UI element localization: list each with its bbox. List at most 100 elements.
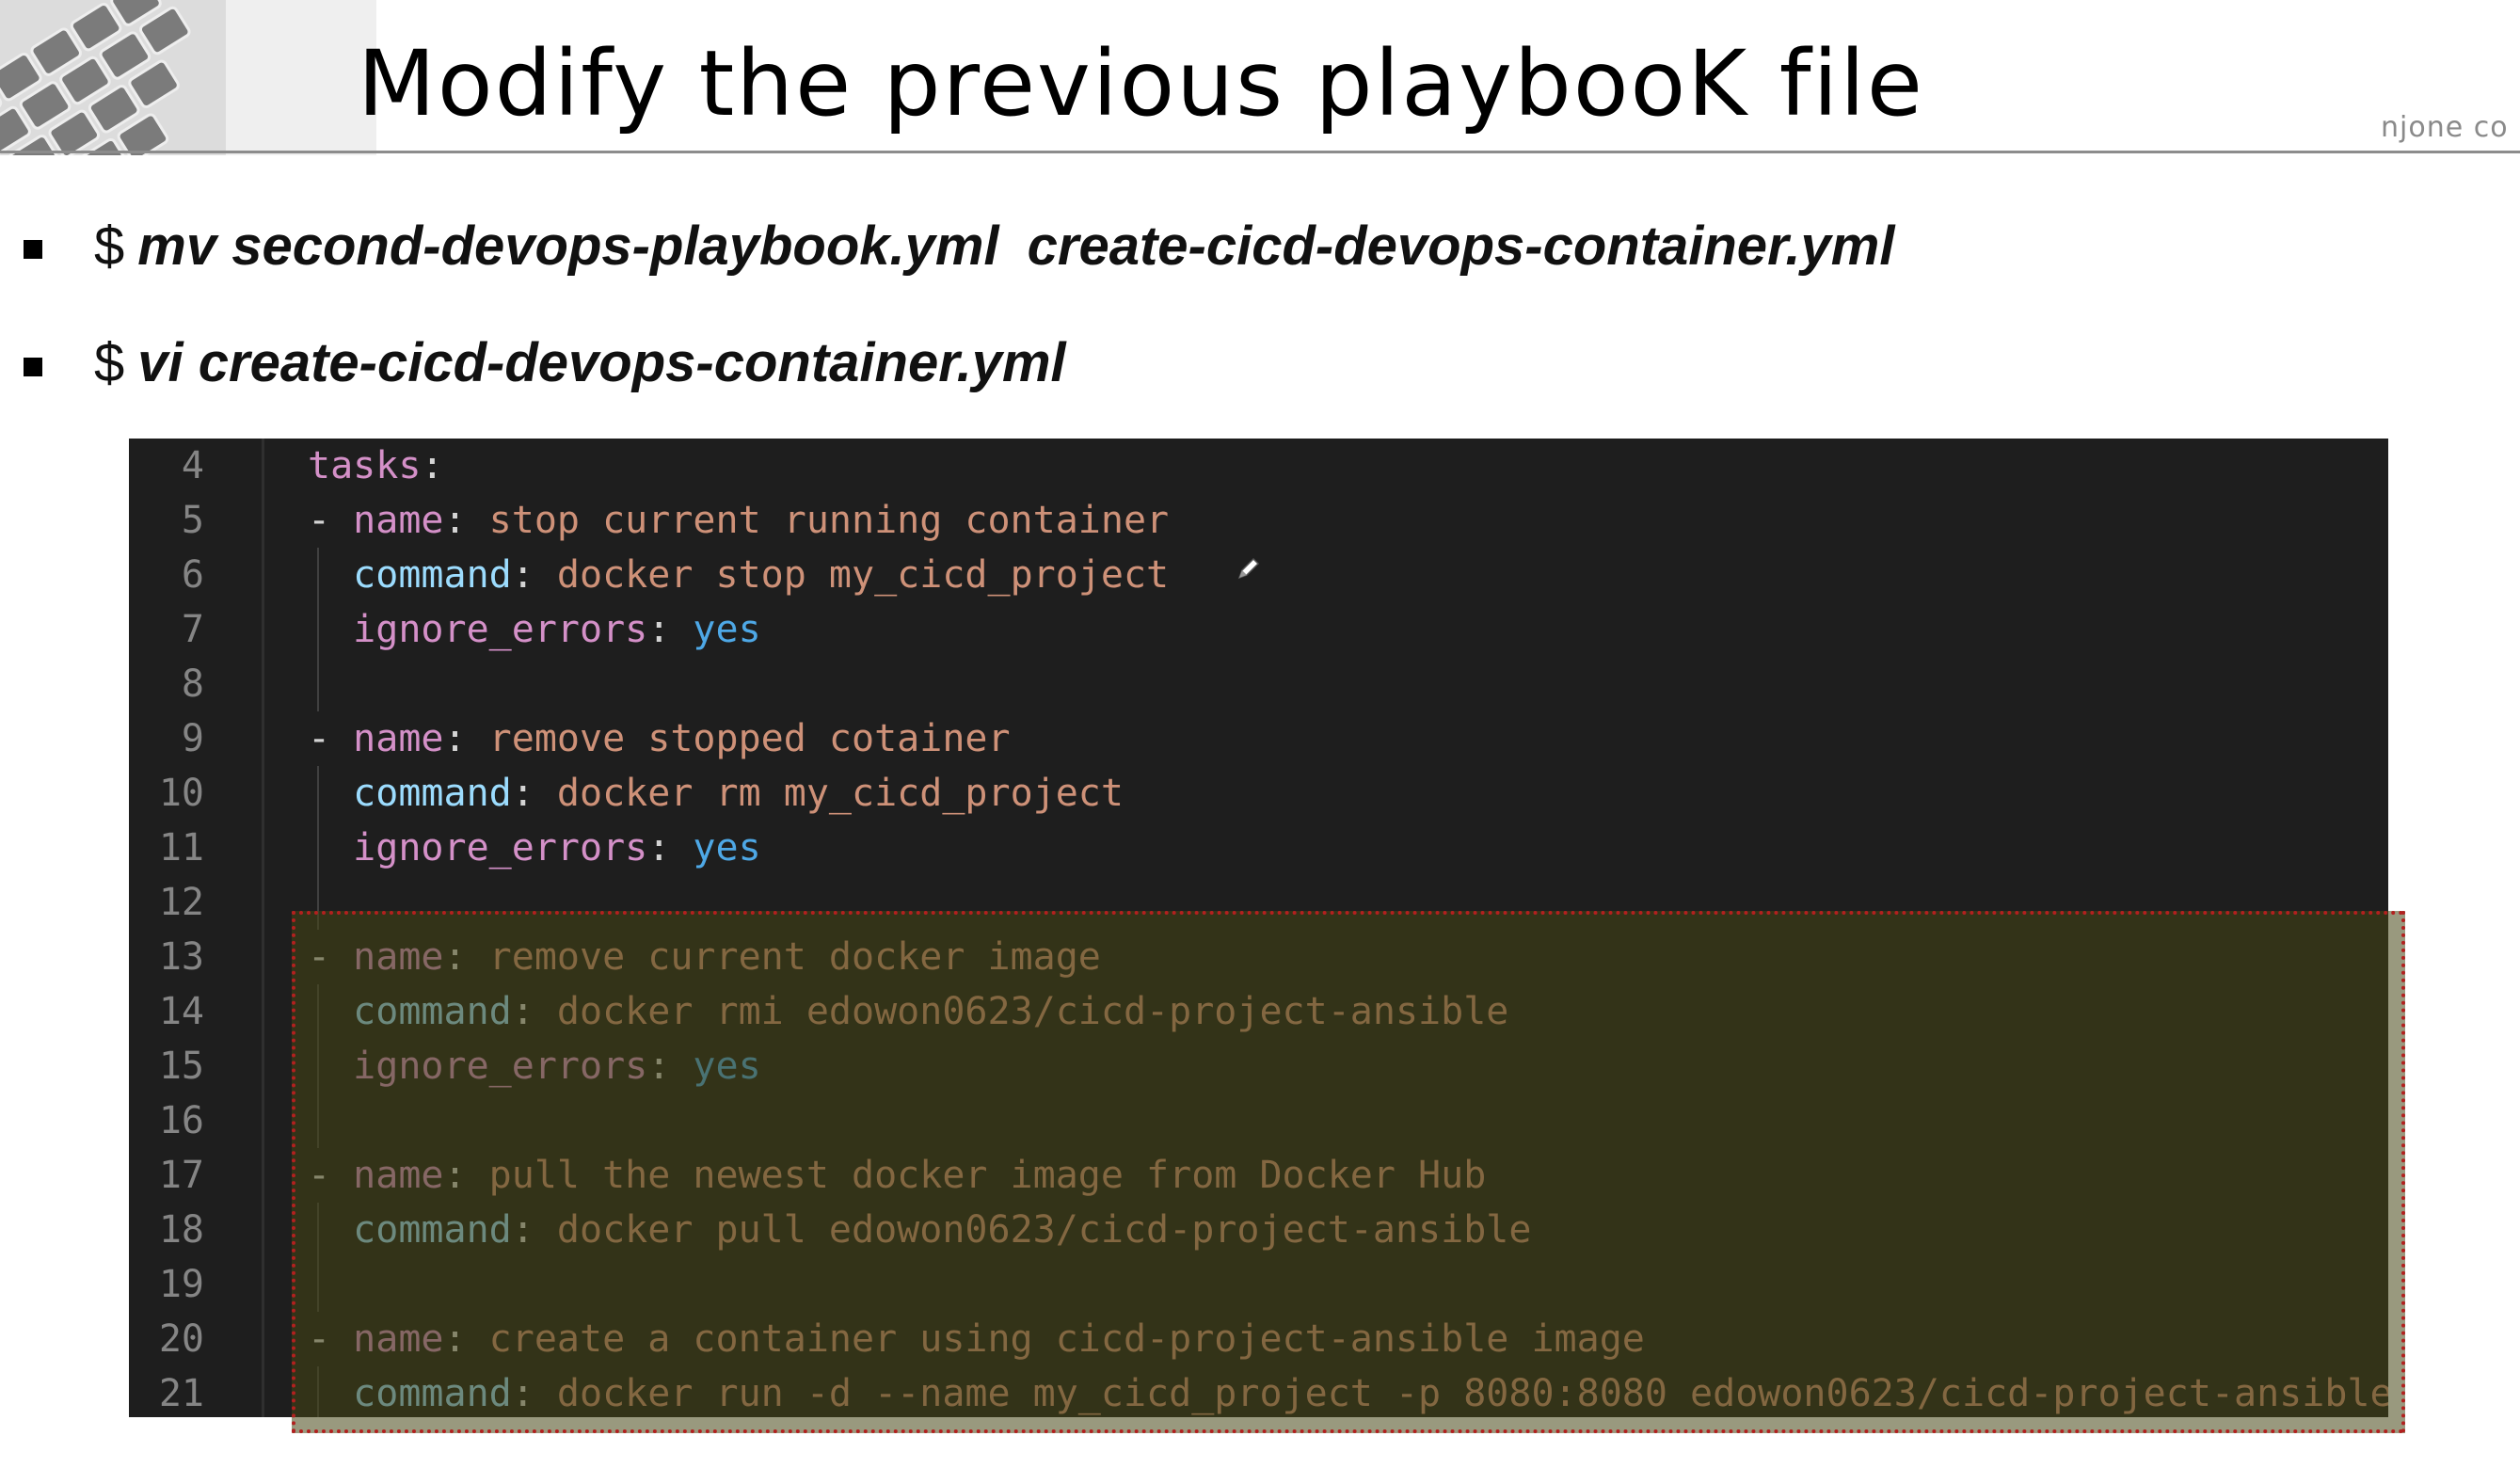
laptop-keyboard-icon — [0, 0, 376, 155]
yaml-value: docker run -d --name my_cicd_project -p … — [556, 1372, 2388, 1415]
code-content: command: docker pull edowon0623/cicd-pro… — [308, 1203, 1531, 1257]
code-content: command: docker stop my_cicd_project — [308, 548, 1169, 602]
yaml-separator: : — [443, 935, 489, 979]
yaml-key: ignore_errors — [353, 826, 648, 870]
shell-prompt: $ — [94, 215, 125, 277]
command-line-rename: $ mv second-devops-playbook.yml create-cic… — [94, 215, 1895, 278]
yaml-key: name — [353, 935, 444, 979]
line-number: 18 — [158, 1208, 204, 1252]
line-number: 13 — [158, 935, 204, 979]
code-line[interactable]: 19 — [129, 1257, 2388, 1312]
yaml-key: name — [353, 499, 444, 542]
yaml-key: command — [353, 1372, 512, 1415]
indent-guide — [317, 1093, 319, 1148]
list-dash: - — [308, 1317, 354, 1361]
line-number: 16 — [158, 1099, 204, 1142]
pencil-cursor-icon — [1237, 557, 1260, 580]
yaml-separator: : — [443, 1317, 489, 1361]
yaml-key: name — [353, 1154, 444, 1197]
line-number: 20 — [158, 1317, 204, 1361]
indent-guide — [317, 875, 319, 930]
line-number: 19 — [158, 1263, 204, 1306]
line-number: 21 — [158, 1372, 204, 1415]
line-number: 12 — [158, 881, 204, 924]
yaml-key: command — [353, 1208, 512, 1252]
yaml-separator: : — [421, 444, 444, 487]
yaml-key: ignore_errors — [353, 608, 648, 651]
yaml-key: command — [353, 553, 512, 597]
code-line[interactable]: 13 - name: remove current docker image — [129, 930, 2388, 984]
code-line[interactable]: 9 - name: remove stopped cotainer — [129, 711, 2388, 766]
indent-guide — [317, 1366, 319, 1417]
yaml-separator: : — [443, 499, 489, 542]
line-number: 6 — [181, 553, 204, 597]
command-text: vi create-cicd-devops-container.yml — [137, 332, 1066, 393]
code-content — [308, 1093, 353, 1148]
list-dash: - — [308, 499, 354, 542]
yaml-separator: : — [511, 553, 557, 597]
code-line[interactable]: 18 command: docker pull edowon0623/cicd-… — [129, 1203, 2388, 1257]
code-line[interactable]: 14 command: docker rmi edowon0623/cicd-p… — [129, 984, 2388, 1039]
code-line[interactable]: 20 - name: create a container using cicd-… — [129, 1312, 2388, 1366]
code-line[interactable]: 4 tasks: — [129, 439, 2388, 493]
code-content: tasks: — [308, 439, 444, 493]
indent-guide — [317, 766, 319, 821]
yaml-value: yes — [693, 1045, 761, 1088]
line-number: 8 — [181, 662, 204, 706]
code-line[interactable]: 16 — [129, 1093, 2388, 1148]
indent-guide — [317, 1203, 319, 1257]
yaml-separator: : — [443, 717, 489, 760]
code-content: - name: stop current running container — [308, 493, 1169, 548]
code-line[interactable]: 21 command: docker run -d --name my_cicd… — [129, 1366, 2388, 1417]
yaml-value: remove stopped cotainer — [488, 717, 1011, 760]
code-line[interactable]: 11 ignore_errors: yes — [129, 821, 2388, 875]
code-line[interactable]: 5 - name: stop current running container — [129, 493, 2388, 548]
yaml-key: ignore_errors — [353, 1045, 648, 1088]
line-number: 11 — [158, 826, 204, 870]
code-editor[interactable]: 4 tasks: 5 - name: stop current running con… — [129, 439, 2388, 1417]
code-content: - name: remove stopped cotainer — [308, 711, 1011, 766]
code-content — [308, 657, 353, 711]
yaml-value: yes — [693, 826, 761, 870]
line-number: 17 — [158, 1154, 204, 1197]
title-divider — [0, 151, 2520, 153]
indent-guide — [317, 1257, 319, 1312]
yaml-value: docker stop my_cicd_project — [556, 553, 1170, 597]
yaml-value: docker rm my_cicd_project — [556, 772, 1124, 815]
code-content: command: docker rmi edowon0623/cicd-proj… — [308, 984, 1508, 1039]
yaml-key: command — [353, 990, 512, 1033]
yaml-value: yes — [693, 608, 761, 651]
yaml-separator: : — [511, 1208, 557, 1252]
code-line[interactable]: 8 — [129, 657, 2388, 711]
code-line[interactable]: 15 ignore_errors: yes — [129, 1039, 2388, 1093]
list-dash: - — [308, 935, 354, 979]
code-content: ignore_errors: yes — [308, 1039, 761, 1093]
code-line[interactable]: 17 - name: pull the newest docker image f… — [129, 1148, 2388, 1203]
code-content — [308, 1257, 353, 1312]
line-number: 15 — [158, 1045, 204, 1088]
shell-prompt: $ — [94, 332, 125, 393]
list-dash: - — [308, 1154, 354, 1197]
code-content: - name: pull the newest docker image fro… — [308, 1148, 1486, 1203]
code-content: - name: remove current docker image — [308, 930, 1101, 984]
line-number: 9 — [181, 717, 204, 760]
code-line[interactable]: 7 ignore_errors: yes — [129, 602, 2388, 657]
yaml-separator: : — [647, 608, 694, 651]
yaml-value: pull the newest docker image from Docker… — [488, 1154, 1487, 1197]
code-content: - name: create a container using cicd-pr… — [308, 1312, 1645, 1366]
bullet-icon — [24, 240, 42, 259]
indent-guide — [317, 602, 319, 657]
code-line[interactable]: 10 command: docker rm my_cicd_project — [129, 766, 2388, 821]
yaml-value: docker rmi edowon0623/cicd-project-ansib… — [556, 990, 1509, 1033]
watermark: njone co — [2381, 111, 2509, 144]
indent-guide — [317, 1039, 319, 1093]
line-number: 7 — [181, 608, 204, 651]
yaml-key: name — [353, 1317, 444, 1361]
yaml-separator: : — [511, 772, 557, 815]
yaml-key: name — [353, 717, 444, 760]
yaml-key: tasks — [308, 444, 422, 487]
yaml-key: command — [353, 772, 512, 815]
code-line[interactable]: 12 — [129, 875, 2388, 930]
line-number: 14 — [158, 990, 204, 1033]
indent-guide — [317, 984, 319, 1039]
